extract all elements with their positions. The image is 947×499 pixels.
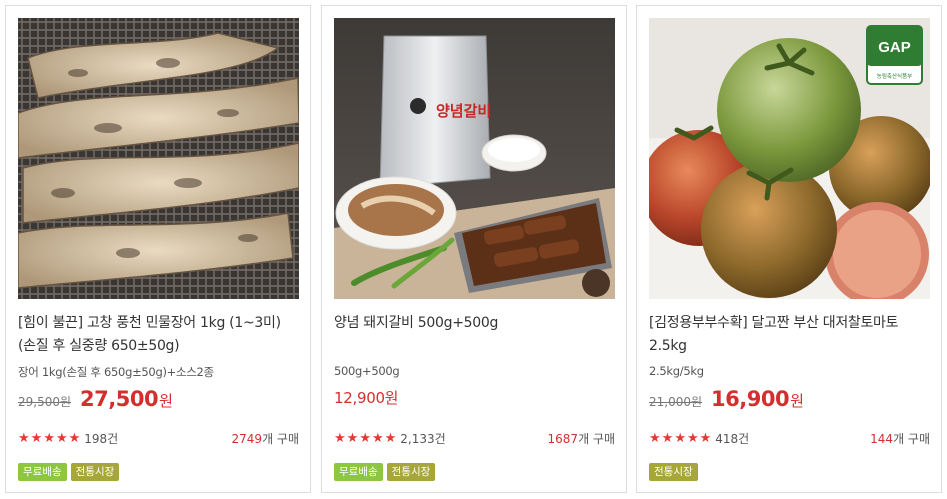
traditional-market-badge: 전통시장 [649, 463, 698, 481]
star-icon: ★ [649, 430, 661, 446]
sale-price: 12,900원 [334, 389, 399, 407]
star-icon: ★ [699, 430, 712, 446]
gap-sub: 농림축산식품부 [877, 72, 912, 80]
price-row: 12,900원 [334, 387, 398, 417]
review-count: 2,133건 [400, 431, 446, 446]
marinated-pork-ribs-image: 양념갈비 [334, 18, 615, 299]
product-image-pork-ribs[interactable]: 양념갈비 [334, 18, 615, 299]
purchase-count-number: 144 [870, 431, 894, 446]
free-shipping-badge: 무료배송 [334, 463, 383, 481]
product-image-tomatoes[interactable]: GAP 농림축산식품부 [649, 18, 930, 299]
purchase-suffix: 개 구매 [578, 431, 615, 446]
review-count: 418건 [715, 431, 750, 446]
traditional-market-badge: 전통시장 [386, 463, 436, 481]
original-price: 21,000원 [649, 395, 703, 409]
star-icon: ★ [384, 430, 397, 446]
product-title[interactable]: 양념 돼지갈비 500g+500g [334, 312, 615, 335]
traditional-market-badge: 전통시장 [70, 463, 120, 481]
star-icon: ★ [30, 430, 43, 446]
price-currency: 원 [159, 392, 173, 410]
star-icon: ★ [55, 430, 68, 446]
daejeo-tomatoes-image: GAP 농림축산식품부 [649, 18, 930, 299]
sale-price: 16,900 [711, 387, 790, 411]
product-card-eel[interactable]: [힘이 불끈] 고창 풍천 민물장어 1kg (1~3미) (손질 후 실중량 … [5, 5, 311, 493]
star-rating: ★ ★ ★ ★ ★ [649, 432, 711, 445]
purchase-suffix: 개 구매 [262, 431, 299, 446]
star-icon: ★ [334, 430, 346, 446]
badge-list: 전통시장 [649, 463, 698, 481]
star-icon: ★ [359, 430, 371, 446]
price-row: 21,000원 16,900 원 [649, 387, 804, 417]
gap-label: GAP [878, 39, 911, 56]
purchase-count-number: 1687 [547, 431, 579, 446]
product-option: 2.5kg/5kg [649, 364, 704, 378]
review-count: 198건 [84, 431, 119, 446]
product-title[interactable]: [김정용부부수확] 달고짠 부산 대저찰토마토 2.5kg [649, 312, 930, 358]
star-icon: ★ [674, 430, 686, 446]
star-icon: ★ [68, 430, 81, 446]
product-option: 500g+500g [334, 364, 400, 378]
purchase-count: 2749개 구매 [232, 430, 299, 447]
product-option: 장어 1kg(손질 후 650g±50g)+소스2종 [18, 365, 214, 379]
grilled-eel-image [18, 18, 299, 299]
star-icon: ★ [18, 430, 30, 446]
purchase-count-number: 2749 [231, 431, 263, 446]
price-row: 29,500원 27,500 원 [18, 387, 173, 417]
product-card-tomato[interactable]: GAP 농림축산식품부 [김정용부부수확] 달고짠 부산 대저찰토마토 2.5k… [636, 5, 942, 493]
star-rating: ★ ★ ★ ★ ★ [334, 432, 396, 445]
rating-row: ★ ★ ★ ★ ★ 418건 144개 구매 [649, 429, 930, 447]
star-icon: ★ [686, 430, 699, 446]
price-currency: 원 [790, 392, 804, 410]
purchase-count: 1687개 구매 [548, 430, 615, 447]
free-shipping-badge: 무료배송 [18, 463, 67, 481]
badge-list: 무료배송 전통시장 [334, 463, 436, 481]
product-card-pork-ribs[interactable]: 양념갈비 양념 돼지갈비 500g+500g 500g+500g 12,900원… [321, 5, 627, 493]
rating-row: ★ ★ ★ ★ ★ 198건 2749개 구매 [18, 429, 299, 447]
purchase-suffix: 개 구매 [893, 431, 930, 446]
star-icon: ★ [371, 430, 384, 446]
sale-price: 27,500 [80, 387, 159, 411]
star-rating: ★ ★ ★ ★ ★ [18, 432, 80, 445]
star-icon: ★ [661, 430, 674, 446]
badge-list: 무료배송 전통시장 [18, 463, 120, 481]
purchase-count: 144개 구매 [870, 430, 930, 447]
pouch-label: 양념갈비 [436, 102, 491, 120]
original-price: 29,500원 [18, 395, 72, 409]
rating-row: ★ ★ ★ ★ ★ 2,133건 1687개 구매 [334, 429, 615, 447]
product-title[interactable]: [힘이 불끈] 고창 풍천 민물장어 1kg (1~3미) (손질 후 실중량 … [18, 312, 299, 358]
star-icon: ★ [346, 430, 359, 446]
product-image-grilled-eel[interactable] [18, 18, 299, 299]
star-icon: ★ [43, 430, 55, 446]
